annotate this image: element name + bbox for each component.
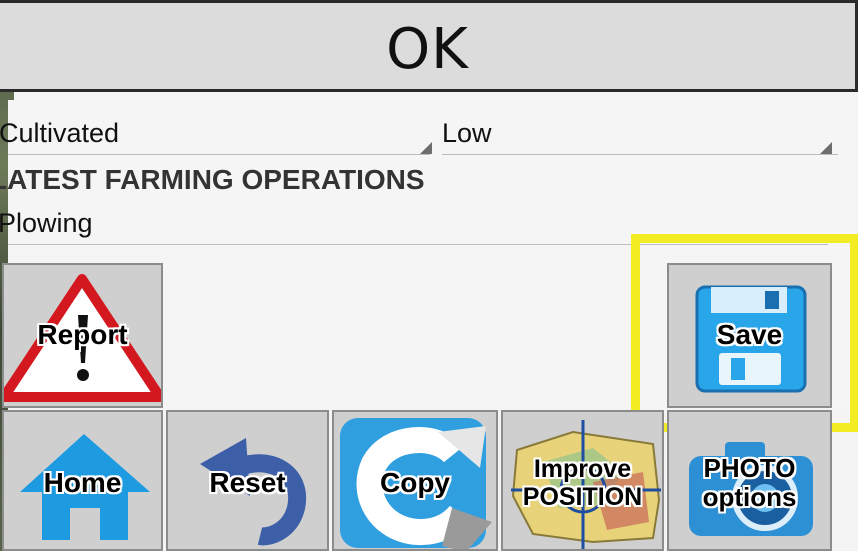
- improve-position-label: Improve POSITION: [503, 455, 662, 511]
- photo-options-label: PHOTO options: [669, 454, 830, 511]
- intensity-underline: [442, 154, 838, 155]
- intensity-spinner[interactable]: Low: [442, 118, 842, 149]
- land-use-underline: [8, 154, 430, 155]
- improve-position-button[interactable]: Improve POSITION: [501, 410, 664, 551]
- land-use-value: Cultivated: [0, 118, 120, 148]
- copy-label: Copy: [380, 467, 450, 498]
- operation-value: Plowing: [0, 208, 93, 238]
- photo-label-line2: options: [702, 481, 797, 512]
- reset-label: Reset: [209, 467, 286, 498]
- save-highlight-box: [631, 234, 858, 432]
- reset-button[interactable]: Reset: [166, 410, 329, 551]
- report-button[interactable]: Report: [2, 263, 163, 408]
- land-use-dropdown-icon: [420, 142, 432, 154]
- section-title: LATEST FARMING OPERATIONS: [0, 164, 425, 195]
- improve-label-line1: Improve: [533, 455, 632, 483]
- ok-label: OK: [386, 17, 469, 82]
- photo-options-button[interactable]: PHOTO options: [667, 410, 832, 551]
- intensity-dropdown-icon: [820, 142, 832, 154]
- home-button[interactable]: Home: [2, 410, 163, 551]
- home-label: Home: [43, 467, 122, 498]
- copy-button[interactable]: Copy: [332, 410, 498, 551]
- intensity-value: Low: [442, 118, 492, 148]
- land-use-spinner[interactable]: Cultivated: [0, 118, 419, 149]
- improve-label-line2: POSITION: [522, 482, 643, 511]
- ok-button[interactable]: OK: [0, 0, 858, 92]
- report-label: Report: [37, 319, 128, 350]
- photo-label-line1: PHOTO: [703, 453, 796, 483]
